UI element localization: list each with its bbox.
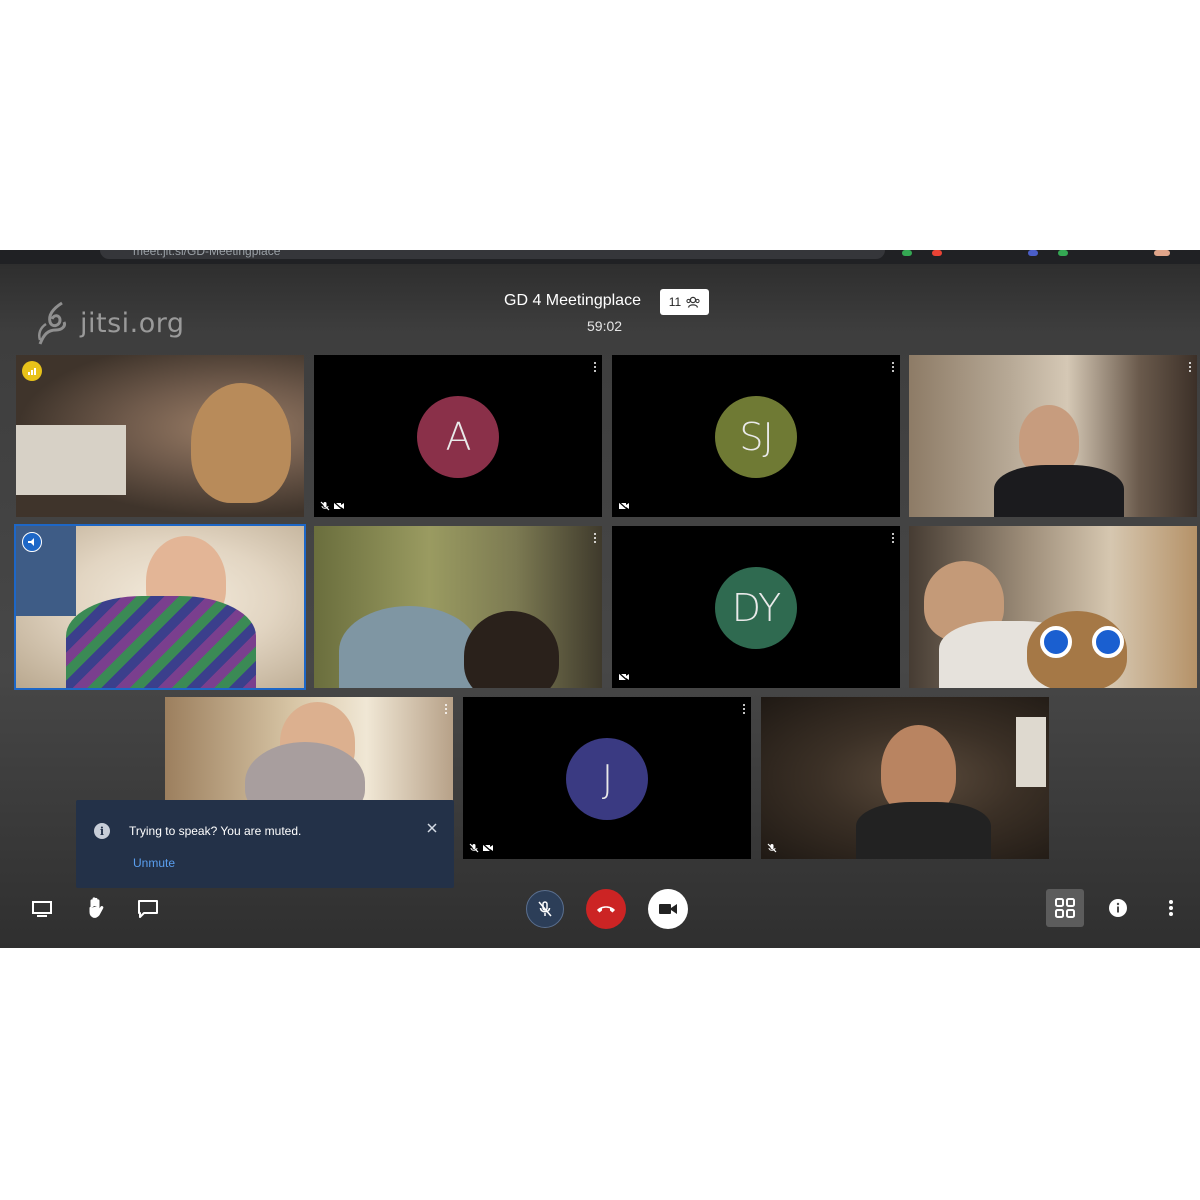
participant-video	[994, 465, 1124, 517]
tile-menu-icon[interactable]	[891, 362, 894, 372]
tile-menu-icon[interactable]	[742, 704, 745, 714]
unmute-link[interactable]: Unmute	[133, 856, 175, 870]
more-options-icon	[1169, 900, 1173, 916]
mic-muted-icon	[767, 843, 777, 853]
video-tile[interactable]	[909, 526, 1197, 688]
screen-share-button[interactable]	[28, 896, 56, 922]
extension-icon[interactable]	[1058, 250, 1068, 256]
mic-muted-icon	[469, 843, 479, 853]
participant-video	[1092, 626, 1124, 658]
status-icons	[320, 501, 345, 511]
participant-video	[1040, 626, 1072, 658]
extension-icon[interactable]	[1028, 250, 1038, 256]
window-background	[16, 425, 126, 495]
avatar: A	[417, 396, 499, 478]
raise-hand-button[interactable]	[82, 894, 110, 922]
page: meet.jit.si/GD-Meetingplace jitsi.org GD…	[0, 0, 1200, 1200]
participant-video	[1016, 717, 1046, 787]
camera-off-icon	[618, 501, 629, 511]
tile-menu-icon[interactable]	[593, 533, 596, 543]
audio-level-icon	[22, 361, 42, 381]
jitsi-logo[interactable]: jitsi.org	[34, 300, 185, 346]
participant-count-badge[interactable]: 11	[660, 289, 709, 315]
camera-button[interactable]	[648, 889, 688, 929]
video-tile[interactable]	[16, 355, 304, 517]
mic-muted-button[interactable]	[526, 890, 564, 928]
url-text: meet.jit.si/GD-Meetingplace	[133, 250, 281, 258]
camera-off-icon	[482, 843, 493, 853]
chat-button[interactable]	[134, 896, 162, 922]
hangup-button[interactable]	[586, 889, 626, 929]
video-tile[interactable]	[909, 355, 1197, 517]
more-options-button[interactable]	[1160, 896, 1182, 920]
info-button[interactable]	[1106, 896, 1130, 920]
avatar: DY	[715, 567, 797, 649]
profile-avatar[interactable]	[1154, 250, 1170, 256]
camera-off-icon	[618, 672, 629, 682]
jitsi-logo-icon	[38, 301, 66, 345]
dominant-speaker-icon	[22, 532, 42, 552]
participant-count: 11	[668, 295, 682, 309]
browser-address-bar: meet.jit.si/GD-Meetingplace	[0, 250, 1200, 264]
tile-view-icon	[1055, 898, 1075, 918]
tile-menu-icon[interactable]	[891, 533, 894, 543]
participant-video	[856, 802, 991, 859]
avatar: J	[566, 738, 648, 820]
raise-hand-icon	[89, 897, 104, 918]
close-icon[interactable]	[424, 820, 440, 836]
video-tile[interactable]: A	[314, 355, 602, 517]
status-icons	[767, 843, 777, 853]
screen-share-icon	[32, 901, 52, 917]
tile-menu-icon[interactable]	[593, 362, 596, 372]
extension-icon[interactable]	[902, 250, 912, 256]
video-tile[interactable]: DY	[612, 526, 900, 688]
video-tile-dominant-speaker[interactable]	[14, 524, 306, 690]
status-icons	[618, 501, 630, 511]
video-tile[interactable]	[761, 697, 1049, 859]
status-icons	[618, 672, 630, 682]
hangup-icon	[597, 906, 615, 913]
participant-video	[66, 596, 256, 688]
muted-notification: i Trying to speak? You are muted. Unmute	[76, 800, 454, 888]
avatar: SJ	[715, 396, 797, 478]
video-tile[interactable]	[314, 526, 602, 688]
camera-off-icon	[333, 501, 344, 511]
tile-menu-icon[interactable]	[1188, 362, 1191, 372]
status-icons	[469, 843, 494, 853]
chat-icon	[138, 900, 158, 918]
jitsi-meeting-window: meet.jit.si/GD-Meetingplace jitsi.org GD…	[0, 250, 1200, 948]
participant-video	[191, 383, 291, 503]
tile-view-button[interactable]	[1046, 889, 1084, 927]
participant-video	[339, 606, 479, 688]
camera-icon	[659, 904, 677, 914]
mic-muted-icon	[538, 901, 552, 917]
info-icon	[1109, 899, 1127, 917]
logo-text: jitsi.org	[80, 307, 185, 339]
info-icon: i	[94, 823, 110, 839]
meeting-title: GD 4 Meetingplace	[504, 292, 641, 309]
video-tile[interactable]: SJ	[612, 355, 900, 517]
video-tile[interactable]: J	[463, 697, 751, 859]
meeting-timer: 59:02	[587, 318, 623, 334]
mic-muted-icon	[320, 501, 330, 511]
notification-message: Trying to speak? You are muted.	[129, 824, 302, 838]
participants-icon	[686, 296, 700, 308]
extension-icon[interactable]	[932, 250, 942, 256]
tile-menu-icon[interactable]	[444, 704, 447, 714]
